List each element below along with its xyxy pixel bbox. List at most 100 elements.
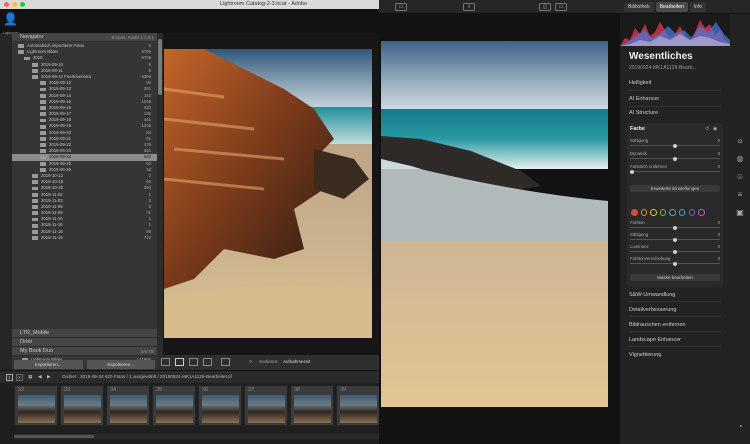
color-swatch[interactable]	[669, 209, 676, 216]
folder-icon	[18, 44, 24, 49]
filmstrip-thumb[interactable]: 34	[106, 385, 150, 426]
color-swatch[interactable]	[688, 209, 696, 216]
forward-arrow-icon[interactable]: ▶	[47, 374, 51, 380]
folder-icon	[18, 50, 24, 55]
tool-vignettierung[interactable]: Vignettierung	[629, 352, 661, 358]
tool-ai-structure[interactable]: AI Structure	[629, 110, 658, 116]
filmstrip-thumb[interactable]: 35	[152, 385, 196, 426]
tab-bearbeiten[interactable]: Bearbeiten	[655, 2, 688, 12]
panel-ltr-mobile[interactable]: LTR_Mobile	[12, 329, 157, 338]
filmstrip-bar: 1 2 ▦ ◀ ▶ Ordner : 2019-09-24 620 Fotos …	[0, 370, 379, 383]
advanced-settings-button[interactable]: Erweiterte Einstellungen	[630, 185, 720, 192]
slider-farbton[interactable]: Farbton 0	[630, 220, 720, 230]
grid-small-icon[interactable]: ▦	[28, 374, 32, 380]
color-swatch[interactable]	[631, 209, 638, 216]
panel-orbit[interactable]: Orbit	[12, 338, 157, 347]
sliders-icon[interactable]: ≡	[735, 190, 745, 200]
tool-bildrauschen-entfernen[interactable]: Bildrauschen entfernen	[629, 322, 686, 328]
tool-sw-umwandlung[interactable]: S&W-Umwandlung	[629, 292, 675, 298]
filmstrip-source-info[interactable]: Ordner : 2019-09-24 620 Fotos / 1 ausgew…	[62, 374, 232, 379]
secondary-window-1[interactable]: 1	[6, 374, 13, 381]
import-export-bar: Importieren... Exportieren...	[12, 359, 157, 370]
color-swatch[interactable]	[659, 209, 667, 216]
folder-icon	[40, 112, 46, 117]
folder-icon	[40, 93, 46, 98]
lightroom-logo-icon: 👤 Lightroom	[3, 12, 19, 35]
color-swatch[interactable]	[640, 209, 648, 216]
face-icon[interactable]: ☺	[735, 172, 745, 182]
folder-icon	[32, 236, 38, 240]
luminar-window: ▭ ⇧ ◫ ▭ Bibliothek Bearbeiten Info Wesen…	[379, 0, 750, 444]
slider-knob[interactable]	[673, 261, 677, 266]
panel-my-book-duo[interactable]: My Book Duo 2/6 TB	[12, 347, 157, 356]
share-icon[interactable]: ⇧	[463, 3, 475, 11]
filmstrip-scrollbar[interactable]	[14, 434, 379, 439]
filmstrip-thumb[interactable]: 37	[244, 385, 288, 426]
slider-value: 0	[717, 164, 720, 169]
back-arrow-icon[interactable]: ◀	[38, 374, 42, 380]
palette-icon[interactable]: ◍	[735, 154, 745, 164]
folder-row[interactable]: 2019-11-19 712	[12, 235, 157, 241]
navigator-header[interactable]: Navigator Einpas. Ausfü 1:1 3:1	[12, 33, 157, 42]
slider-label: Sättigung	[630, 138, 649, 143]
panel-toggle-icon[interactable]: ▭	[395, 3, 407, 11]
lightroom-loupe-view[interactable]	[163, 33, 379, 355]
grid-view-icon[interactable]	[161, 358, 170, 366]
slider-dynamik[interactable]: Dynamik 0	[630, 151, 720, 161]
filmstrip-thumb[interactable]: 39	[336, 385, 379, 426]
slider-saettigung-2[interactable]: Sättigung 0	[630, 232, 720, 242]
briefcase-icon[interactable]: ▣	[735, 208, 745, 218]
tab-info[interactable]: Info	[689, 2, 707, 12]
single-view-icon[interactable]: ▭	[555, 3, 567, 11]
compare-view-icon[interactable]	[189, 358, 198, 366]
survey-view-icon[interactable]	[203, 358, 212, 366]
color-swatch[interactable]	[650, 209, 657, 216]
sort-dropdown[interactable]: Aufnahmezeit	[283, 359, 311, 364]
tool-helligkeit[interactable]: Helligkeit	[629, 80, 651, 86]
compare-icon[interactable]: ◫	[539, 3, 551, 11]
close-window-icon[interactable]	[4, 2, 9, 7]
import-button[interactable]: Importieren...	[14, 360, 83, 369]
slider-luminanz[interactable]: Luminanz 0	[630, 244, 720, 254]
minimize-window-icon[interactable]	[12, 2, 17, 7]
folder-icon	[32, 205, 38, 209]
history-icon[interactable]: ◔	[735, 422, 745, 432]
slider-knob[interactable]	[630, 169, 634, 174]
painter-icon[interactable]: ⟳	[249, 359, 253, 365]
people-view-icon[interactable]	[221, 358, 230, 366]
slider-knob[interactable]	[673, 156, 677, 161]
screen: { "lightroom": { "window_title": "Lightr…	[0, 0, 750, 444]
filmstrip-thumb[interactable]: 33	[60, 385, 104, 426]
slider-knob[interactable]	[673, 237, 677, 242]
toggle-icon[interactable]: ◉	[713, 126, 717, 132]
tool-ai-enhancer[interactable]: AI Enhancer	[629, 96, 659, 102]
export-button[interactable]: Exportieren...	[86, 360, 155, 369]
folder-icon	[32, 180, 38, 185]
sun-icon[interactable]: ☼	[735, 136, 745, 146]
edit-mask-button[interactable]: Maske bearbeiten	[630, 274, 720, 281]
filmstrip-thumb[interactable]: 38	[290, 385, 334, 426]
reset-icon[interactable]: ↺	[705, 126, 709, 132]
luminar-canvas[interactable]	[379, 14, 620, 444]
color-swatch[interactable]	[678, 209, 686, 216]
filmstrip-thumb[interactable]: 36	[198, 385, 242, 426]
slider-knob[interactable]	[673, 225, 677, 230]
filmstrip-thumb[interactable]: 32	[14, 385, 58, 426]
tab-bibliothek[interactable]: Bibliothek	[624, 2, 654, 12]
tool-detailverbesserung[interactable]: Detailverbesserung	[629, 307, 676, 313]
color-swatch[interactable]	[698, 209, 705, 216]
slider-saettigung[interactable]: Sättigung 0	[630, 138, 720, 148]
navigator-zoom-options[interactable]: Einpas. Ausfü 1:1 3:1	[111, 33, 154, 42]
slider-knob[interactable]	[673, 143, 677, 148]
slider-farbstich-entfernen[interactable]: Farbstich entfernen 0	[630, 164, 720, 174]
slider-value: 0	[717, 232, 720, 237]
zoom-window-icon[interactable]	[20, 2, 25, 7]
tool-landscape-enhancer[interactable]: Landscape Enhancer	[629, 337, 681, 343]
secondary-window-2[interactable]: 2	[16, 374, 23, 381]
loupe-view-icon[interactable]	[175, 358, 184, 366]
luminar-edit-panel: Wesentliches 20190924-MK1A1129-Bearb... …	[620, 14, 750, 444]
histogram	[620, 14, 730, 46]
slider-knob[interactable]	[673, 249, 677, 254]
slider-value: 0	[717, 151, 720, 156]
slider-farbtonverschiebung[interactable]: Farbtonverschiebung 0	[630, 256, 720, 266]
